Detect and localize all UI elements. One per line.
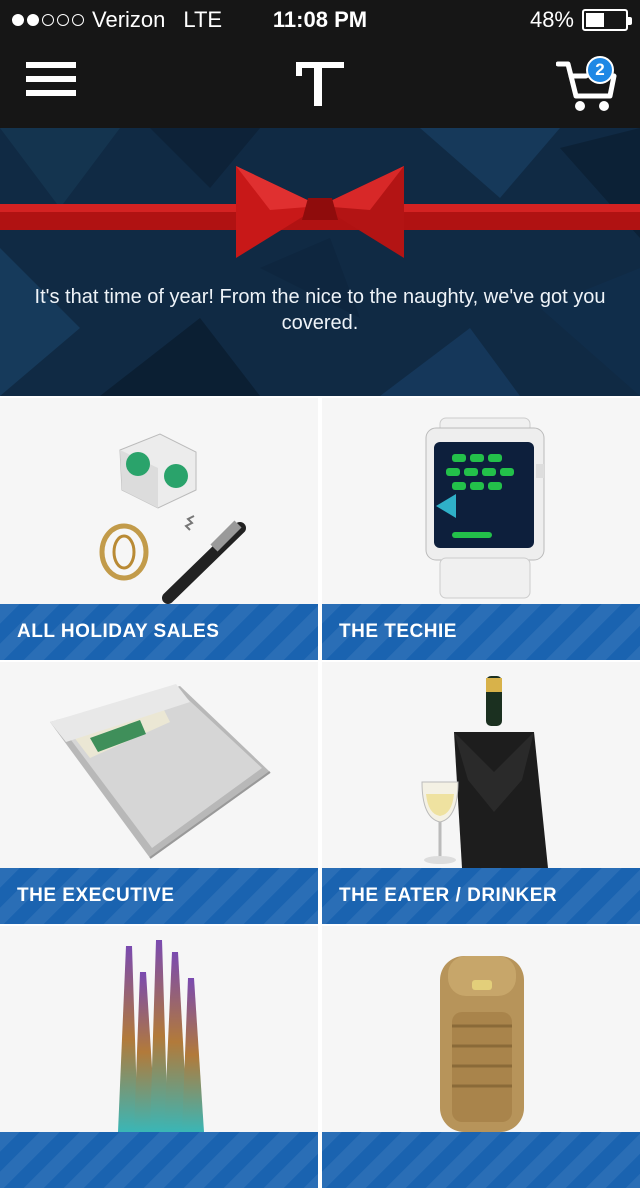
battery-icon	[582, 9, 632, 31]
category-label: ALL HOLIDAY SALES	[0, 604, 318, 660]
category-label	[0, 1132, 318, 1188]
battery-percent: 48%	[529, 7, 574, 32]
battery-group: 48%	[529, 7, 632, 33]
category-tile-the-techie[interactable]: THE TECHIE	[322, 398, 640, 660]
category-tile-the-eater-drinker[interactable]: THE EATER / DRINKER	[322, 662, 640, 924]
category-tile-the-executive[interactable]: THE EXECUTIVE	[0, 662, 318, 924]
hamburger-icon[interactable]	[26, 62, 76, 102]
banner-text: It's that time of year! From the nice to…	[34, 286, 606, 334]
ribbon-bow-icon	[0, 166, 640, 258]
wine-cooler-image	[421, 676, 548, 868]
logo-icon[interactable]	[294, 60, 346, 108]
holiday-banner[interactable]: It's that time of year! From the nice to…	[0, 128, 640, 396]
category-label	[322, 1132, 640, 1188]
category-label: THE EXECUTIVE	[0, 868, 318, 924]
category-tile-6[interactable]	[322, 926, 640, 1188]
status-bar: Verizon LTE 11:08 PM 48%	[0, 0, 640, 40]
grid-divider	[318, 396, 322, 1136]
category-label: THE TECHIE	[322, 604, 640, 660]
category-label: THE EATER / DRINKER	[322, 868, 640, 924]
holiday-gifts-image	[99, 433, 246, 604]
category-tile-all-holiday-sales[interactable]: ALL HOLIDAY SALES	[0, 398, 318, 660]
digital-watch-image	[425, 417, 545, 599]
backpack-image	[440, 956, 524, 1132]
category-tile-5[interactable]	[0, 926, 318, 1188]
cart-count-badge: 2	[586, 56, 614, 84]
money-clip-case-image	[50, 684, 271, 859]
nav-bar: 2	[0, 40, 640, 128]
vases-image	[118, 940, 204, 1132]
